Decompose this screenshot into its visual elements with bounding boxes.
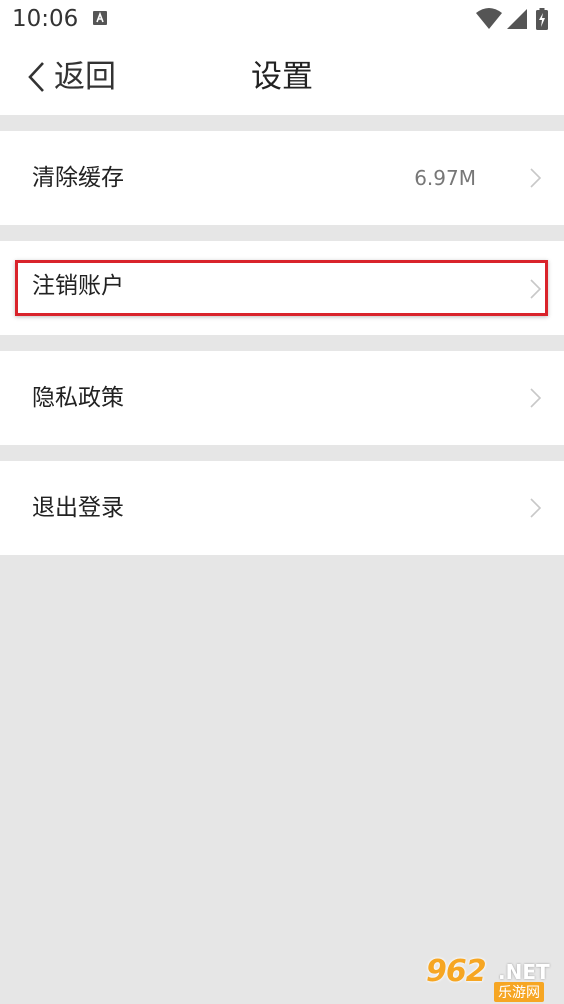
chevron-right-icon [530,498,542,518]
watermark-brand: 962 [426,954,487,989]
wifi-icon [476,8,502,29]
nav-bar: 返回 设置 [0,40,564,115]
watermark-tagline: 乐游网 [494,982,544,1002]
row-label: 清除缓存 [32,165,124,191]
status-time: 10:06 [12,6,79,32]
page-title: 设置 [251,59,313,95]
chevron-right-icon [530,168,542,188]
signal-icon [507,9,527,29]
watermark-suffix: .NET [498,960,550,984]
battery-charging-icon [536,8,548,30]
row-label: 隐私政策 [32,385,124,411]
system-icons [476,8,556,30]
a-box-icon [93,10,107,25]
cache-size-value: 6.97M [414,166,476,190]
status-bar: 10:06 [0,0,564,40]
clear-cache-row[interactable]: 清除缓存 6.97M [0,131,564,225]
highlight-box [15,260,548,316]
chevron-right-icon [530,388,542,408]
watermark-logo: 962 .NET 乐游网 [424,954,556,1002]
row-label: 退出登录 [32,495,124,521]
logout-row[interactable]: 退出登录 [0,461,564,555]
privacy-policy-row[interactable]: 隐私政策 [0,351,564,445]
